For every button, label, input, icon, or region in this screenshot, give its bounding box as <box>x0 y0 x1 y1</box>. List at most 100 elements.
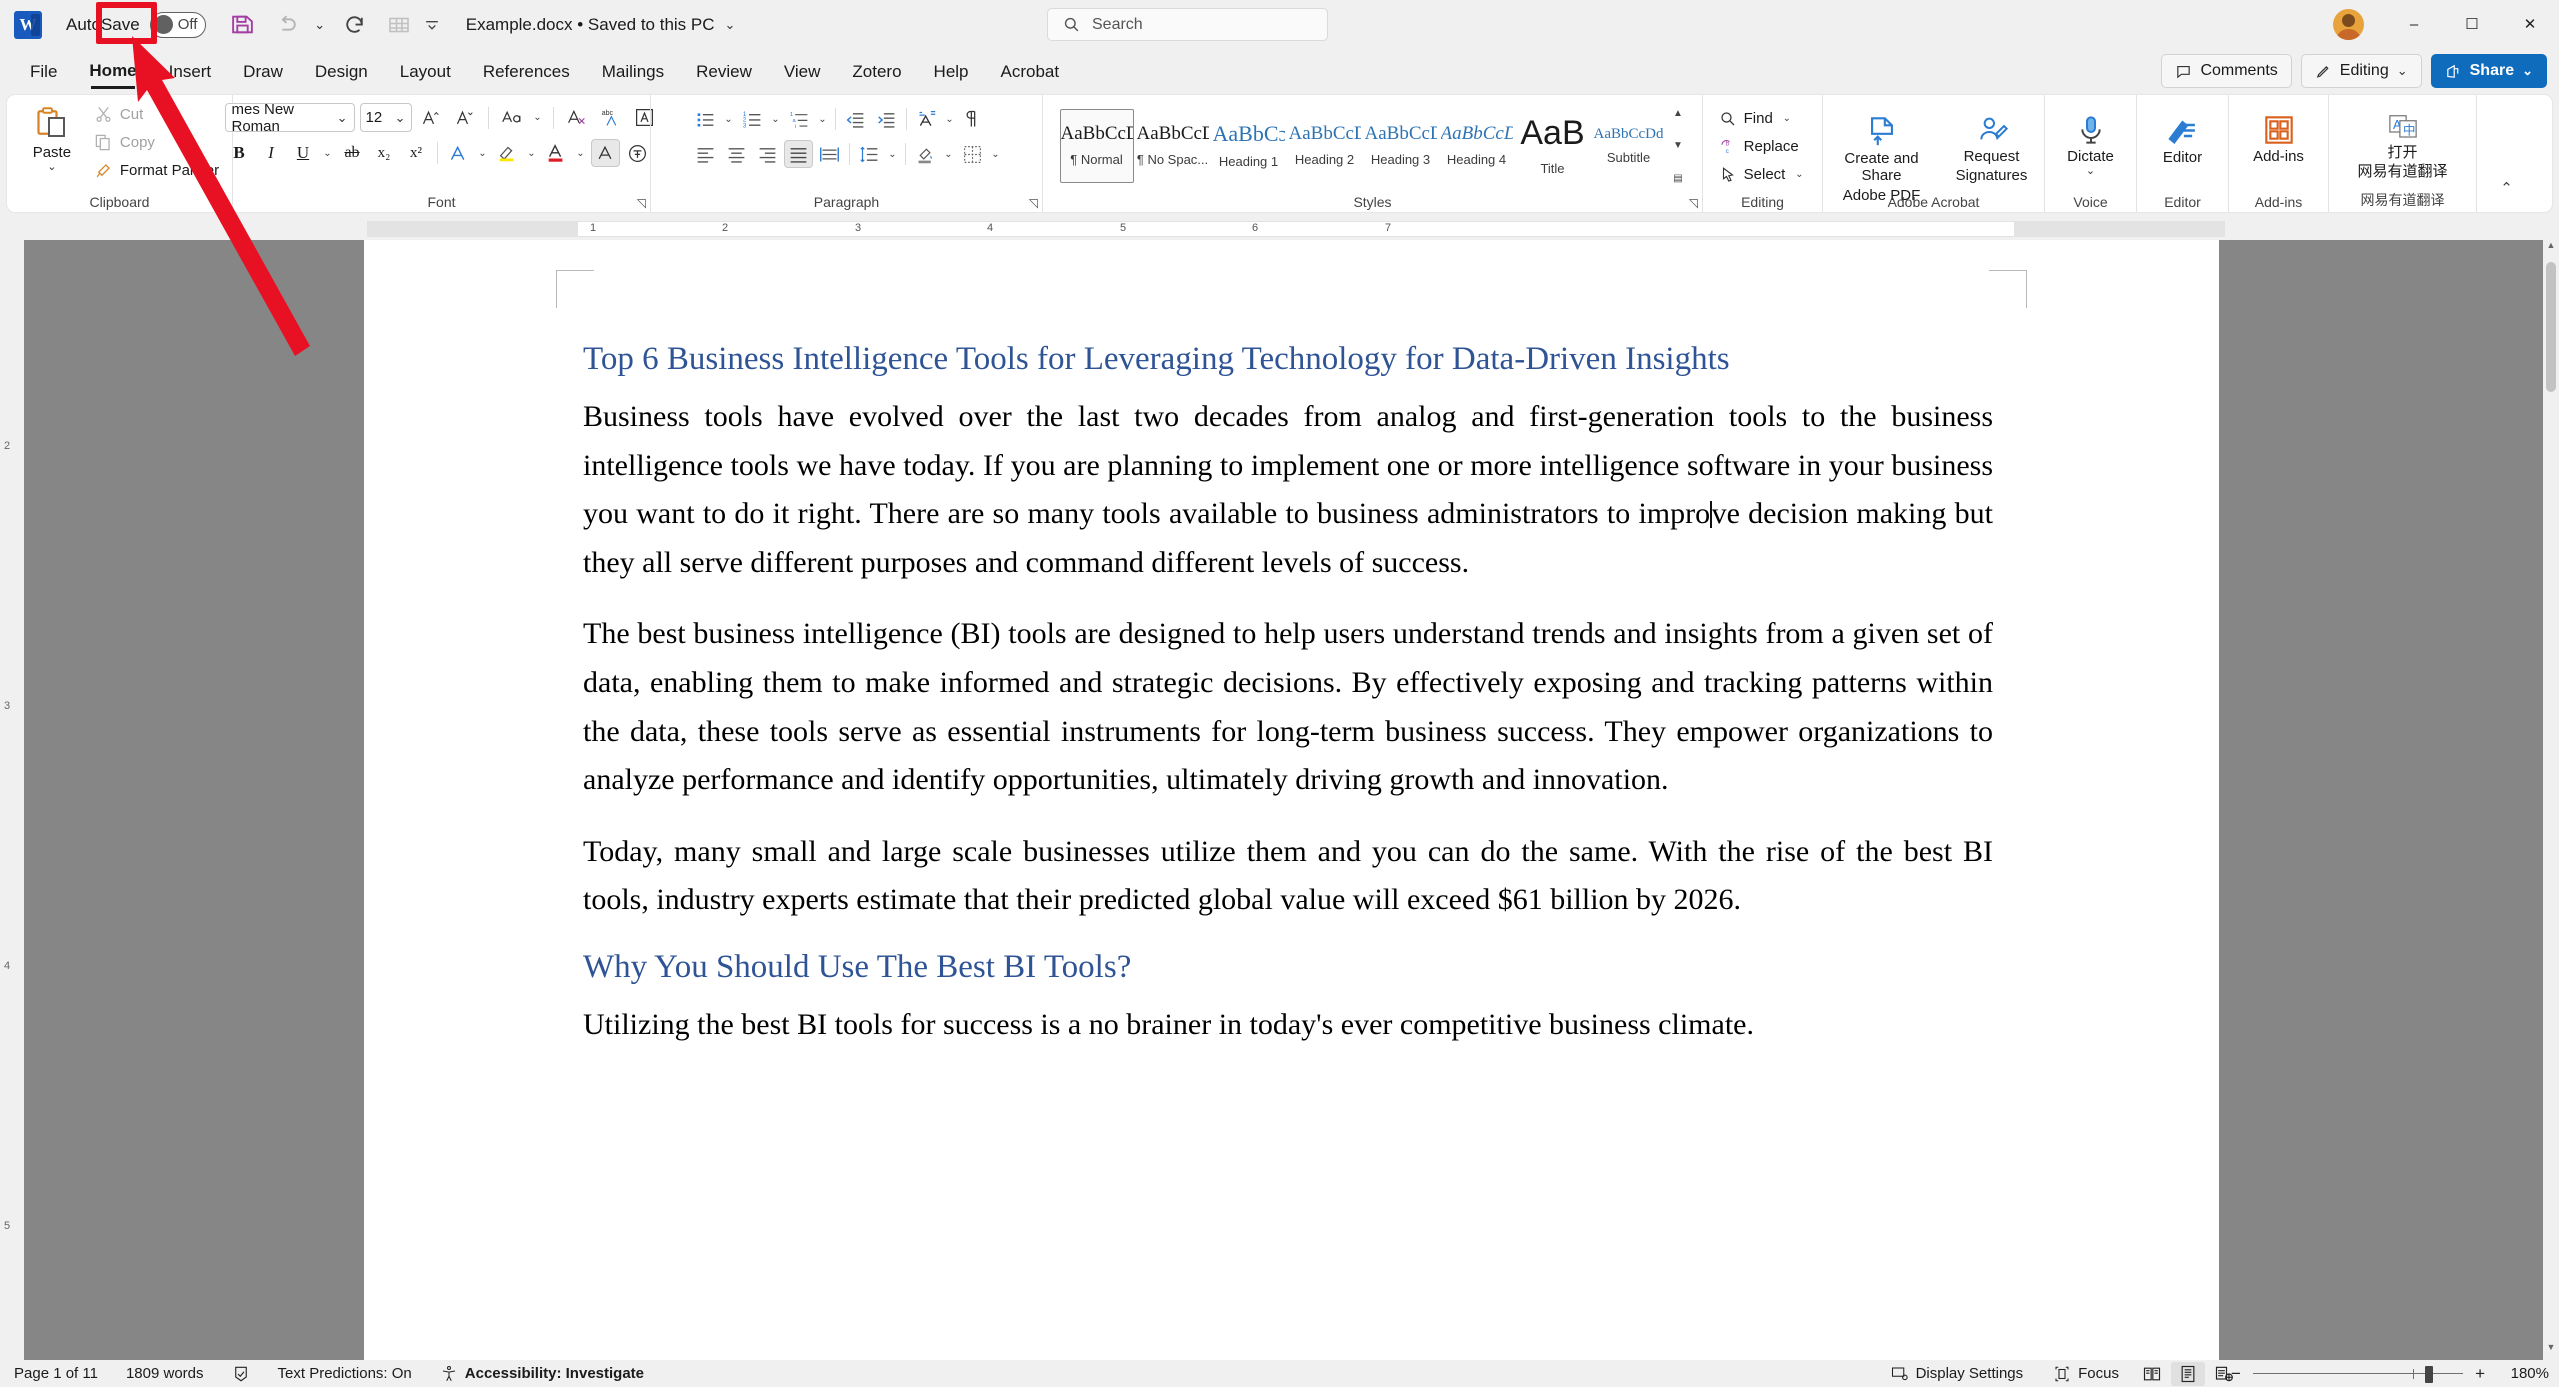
zoom-slider-thumb[interactable] <box>2425 1365 2434 1383</box>
text-predictions-status[interactable]: Text Predictions: On <box>264 1360 426 1387</box>
tab-insert[interactable]: Insert <box>153 57 228 87</box>
grow-font-button[interactable] <box>417 104 446 132</box>
document-title[interactable]: Example.docx • Saved to this PC <box>466 15 715 35</box>
paragraph-dialog-launcher[interactable]: ◹ <box>1029 196 1038 210</box>
style-heading-4[interactable]: AaBbCcDɔ Heading 4 <box>1440 109 1514 183</box>
styles-more-icon[interactable]: ▤ <box>1671 173 1686 184</box>
superscript-button[interactable]: x² <box>402 139 431 167</box>
tab-acrobat[interactable]: Acrobat <box>985 57 1076 87</box>
phonetic-guide-button[interactable]: abc <box>596 104 625 132</box>
scroll-down-icon[interactable]: ▼ <box>2543 1342 2559 1360</box>
select-button[interactable]: Select ⌄ <box>1715 161 1811 188</box>
horizontal-ruler[interactable]: 1 2 3 4 5 6 7 <box>0 218 2559 240</box>
addins-button[interactable]: Add-ins <box>2243 109 2315 165</box>
styles-scroll-down-icon[interactable]: ▼ <box>1671 140 1686 151</box>
styles-dialog-launcher[interactable]: ◹ <box>1689 196 1698 210</box>
proofing-status[interactable] <box>218 1360 264 1387</box>
character-shading-button[interactable] <box>590 139 620 167</box>
font-color-dropdown[interactable]: ⌄ <box>574 148 588 159</box>
sort-dropdown[interactable]: ⌄ <box>943 114 957 125</box>
shrink-font-button[interactable] <box>451 104 480 132</box>
strikethrough-button[interactable]: ab <box>338 139 367 167</box>
text-effects-button[interactable] <box>444 139 473 167</box>
underline-button[interactable]: U <box>289 139 318 167</box>
find-button[interactable]: Find ⌄ <box>1715 105 1811 132</box>
editor-button[interactable]: Editor <box>2147 109 2219 166</box>
font-name-input[interactable]: mes New Roman ⌄ <box>224 101 355 135</box>
find-dropdown[interactable]: ⌄ <box>1780 113 1794 124</box>
undo-button[interactable] <box>266 6 308 44</box>
style-heading-3[interactable]: AaBbCcDɔ Heading 3 <box>1364 109 1438 183</box>
subscript-button[interactable]: x₂ <box>370 139 399 167</box>
align-right-button[interactable] <box>753 140 782 168</box>
sort-button[interactable] <box>912 105 941 133</box>
customize-quick-access-button[interactable] <box>420 6 444 44</box>
dictate-button[interactable]: Dictate ⌄ <box>2055 109 2127 177</box>
vertical-scrollbar[interactable]: ▲ ▼ <box>2543 240 2559 1360</box>
chevron-down-icon[interactable]: ⌄ <box>47 162 56 173</box>
line-spacing-button[interactable] <box>855 140 884 168</box>
underline-dropdown[interactable]: ⌄ <box>321 148 335 159</box>
share-button[interactable]: Share ⌄ <box>2430 54 2547 88</box>
style-subtitle[interactable]: AaBbCcDd Subtitle <box>1592 109 1666 183</box>
replace-button[interactable]: bc Replace <box>1715 133 1811 160</box>
style-no-spacing[interactable]: AaBbCcD ¶ No Spac... <box>1136 109 1210 183</box>
maximize-button[interactable]: ☐ <box>2443 0 2501 48</box>
bold-button[interactable]: B <box>225 139 254 167</box>
table-quick-button[interactable] <box>378 6 420 44</box>
document-page[interactable]: Top 6 Business Intelligence Tools for Le… <box>364 240 2219 1360</box>
close-button[interactable]: ✕ <box>2501 0 2559 48</box>
document-canvas[interactable]: Top 6 Business Intelligence Tools for Le… <box>24 240 2543 1360</box>
focus-button[interactable]: Focus <box>2039 1360 2133 1387</box>
vertical-ruler[interactable]: 2 3 4 5 <box>4 240 20 1360</box>
clipboard-dialog-launcher[interactable]: ◹ <box>219 196 228 210</box>
multilevel-list-button[interactable]: 1ai <box>785 105 814 133</box>
create-and-share-adobe-pdf-button[interactable]: Create and Share Adobe PDF <box>1828 109 1936 204</box>
scroll-up-icon[interactable]: ▲ <box>2543 240 2559 258</box>
change-case-dropdown[interactable]: ⌄ <box>531 112 545 123</box>
tab-design[interactable]: Design <box>299 57 384 87</box>
styles-scroll-up-icon[interactable]: ▲ <box>1671 108 1686 119</box>
copy-button[interactable]: Copy <box>90 129 223 156</box>
numbering-dropdown[interactable]: ⌄ <box>769 114 783 125</box>
bullets-button[interactable] <box>691 105 720 133</box>
numbering-button[interactable]: 123 <box>738 105 767 133</box>
borders-button[interactable] <box>958 140 987 168</box>
style-heading-2[interactable]: AaBbCcD Heading 2 <box>1288 109 1362 183</box>
font-size-input[interactable]: 12 ⌄ <box>359 103 412 132</box>
undo-dropdown[interactable]: ⌄ <box>308 6 332 44</box>
tab-zotero[interactable]: Zotero <box>836 57 917 87</box>
scrollbar-thumb[interactable] <box>2546 262 2556 392</box>
decrease-indent-button[interactable] <box>841 105 870 133</box>
read-mode-button[interactable] <box>2135 1362 2169 1386</box>
paste-button[interactable]: Paste ⌄ <box>16 101 88 173</box>
zoom-in-button[interactable]: + <box>2475 1364 2485 1384</box>
autosave-toggle[interactable]: Off <box>149 11 206 38</box>
tab-file[interactable]: File <box>14 57 73 87</box>
tab-review[interactable]: Review <box>680 57 768 87</box>
tab-help[interactable]: Help <box>918 57 985 87</box>
tab-view[interactable]: View <box>768 57 837 87</box>
styles-gallery-scroll[interactable]: ▲ ▼ ▤ <box>1671 108 1686 184</box>
zoom-level[interactable]: 180% <box>2495 1365 2549 1382</box>
zoom-out-button[interactable]: − <box>2231 1364 2241 1384</box>
align-left-button[interactable] <box>691 140 720 168</box>
style-title[interactable]: AaB Title <box>1516 109 1590 183</box>
justify-button[interactable] <box>783 140 813 168</box>
shading-dropdown[interactable]: ⌄ <box>942 149 956 160</box>
font-dialog-launcher[interactable]: ◹ <box>637 196 646 210</box>
avatar[interactable] <box>2333 9 2364 40</box>
format-painter-button[interactable]: Format Painter <box>90 157 223 184</box>
clear-formatting-button[interactable] <box>562 104 591 132</box>
enclose-characters-button[interactable] <box>623 139 652 167</box>
multilevel-dropdown[interactable]: ⌄ <box>816 114 830 125</box>
increase-indent-button[interactable] <box>872 105 901 133</box>
autosave-control[interactable]: AutoSave Off <box>66 11 206 38</box>
comments-button[interactable]: Comments <box>2161 54 2292 88</box>
tab-references[interactable]: References <box>467 57 586 87</box>
tab-layout[interactable]: Layout <box>384 57 467 87</box>
change-case-button[interactable] <box>497 104 526 132</box>
accessibility-status[interactable]: Accessibility: Investigate <box>426 1360 658 1387</box>
chevron-down-icon[interactable]: ⌄ <box>2086 166 2095 177</box>
editing-mode-button[interactable]: Editing ⌄ <box>2300 54 2422 88</box>
